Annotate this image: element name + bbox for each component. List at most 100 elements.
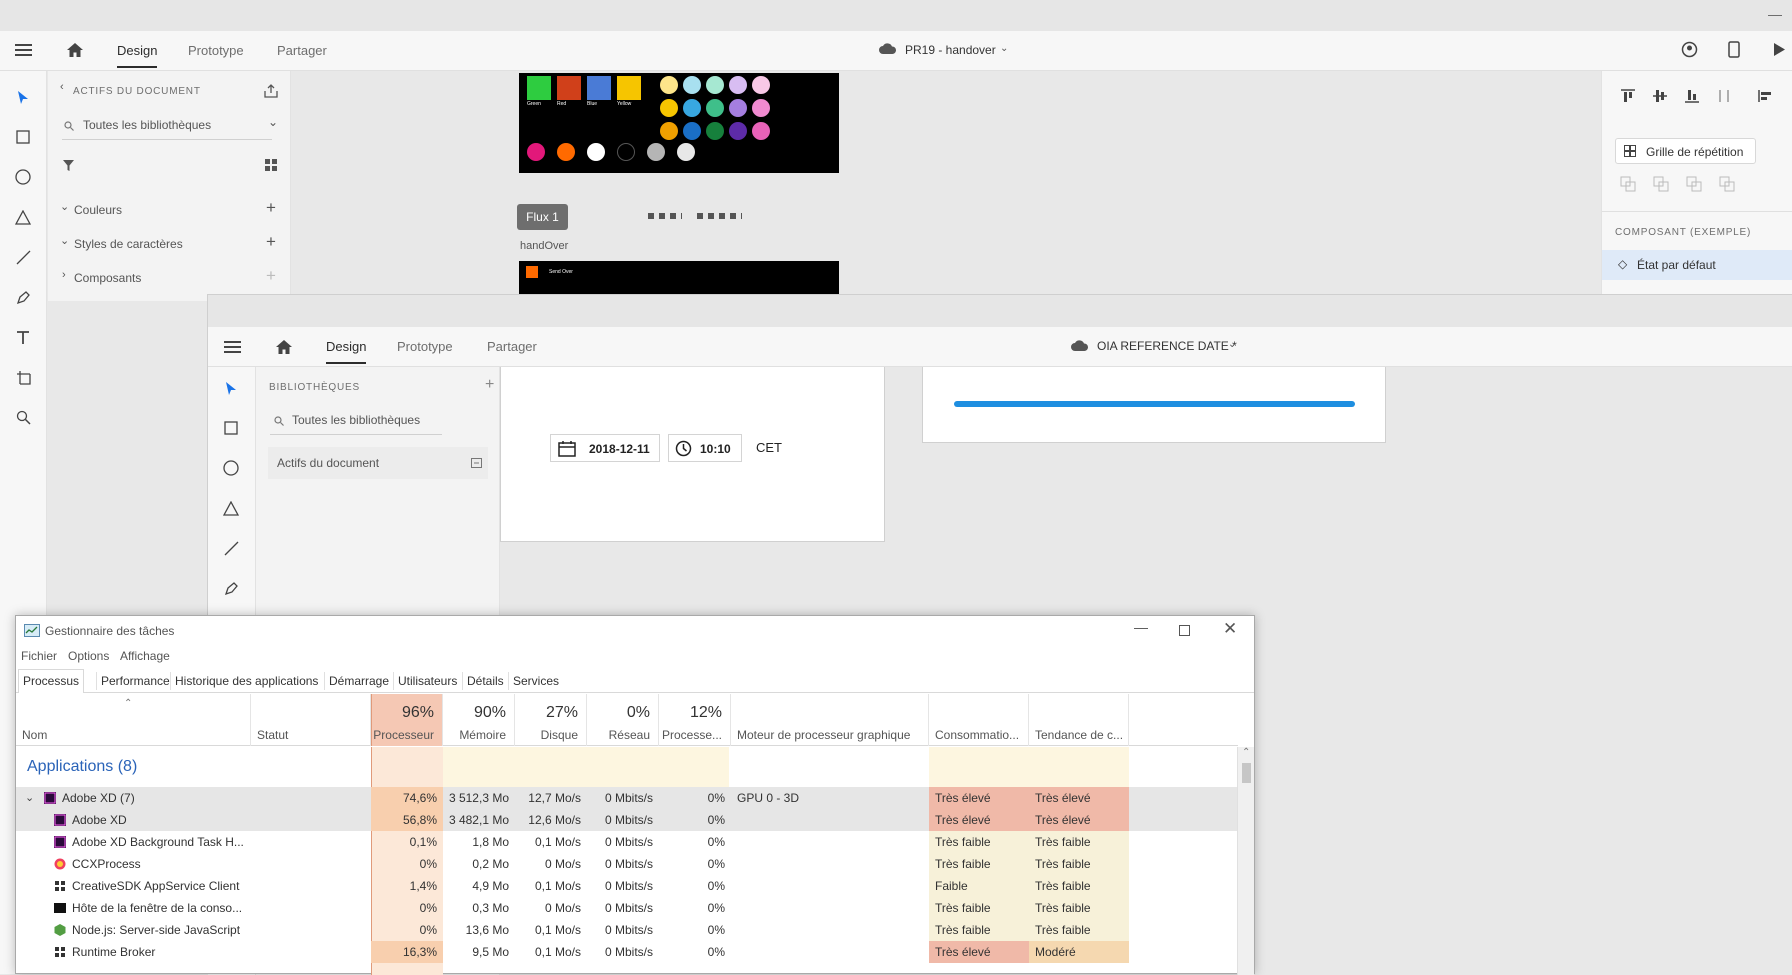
filter-icon[interactable] (62, 159, 75, 172)
document-title[interactable]: OIA REFERENCE DATE * (1097, 339, 1237, 353)
pen-tool-icon[interactable] (220, 577, 242, 599)
tab-processes[interactable]: Processus (18, 669, 85, 693)
column-status[interactable]: Statut (251, 694, 371, 746)
chevron-down-icon[interactable]: ⌄ (60, 234, 69, 247)
column-network[interactable]: 0% Réseau (587, 694, 659, 746)
chevron-down-icon[interactable]: ⌄ (1228, 339, 1236, 350)
ellipse-tool-icon[interactable] (220, 457, 242, 479)
section-colors[interactable]: Couleurs (74, 203, 122, 217)
maximize-button[interactable] (1179, 625, 1190, 636)
table-row[interactable]: Hôte de la fenêtre de la conso... 0% 0,3 M… (16, 897, 1238, 919)
table-row[interactable]: ⌄ Adobe XD (7) 74,6% 3 512,3 Mo 12,7 Mo/s 0 M… (16, 787, 1238, 809)
flow-label[interactable]: Flux 1 (517, 204, 568, 230)
tab-design[interactable]: Design (326, 339, 367, 364)
tab-share[interactable]: Partager (277, 43, 327, 58)
rectangle-tool-icon[interactable] (220, 417, 242, 439)
column-power[interactable]: Consommatio... (929, 694, 1029, 746)
align-bottom-icon[interactable] (1684, 89, 1700, 103)
back-chevron-icon[interactable]: ‹ (60, 81, 64, 93)
tab-share[interactable]: Partager (487, 339, 537, 354)
column-power-trend[interactable]: Tendance de c... (1029, 694, 1129, 746)
grid-view-icon[interactable] (265, 159, 277, 171)
artboard-name[interactable]: handOver (520, 240, 568, 252)
chevron-right-icon[interactable]: › (62, 269, 66, 281)
boolean-intersect-icon[interactable] (1686, 176, 1702, 192)
chevron-down-icon[interactable]: ⌄ (1000, 43, 1008, 54)
play-icon[interactable] (1773, 42, 1786, 57)
section-character-styles[interactable]: Styles de caractères (74, 237, 183, 251)
table-row[interactable]: Node.js: Server-side JavaScript 0% 13,6 Mo… (16, 919, 1238, 941)
line-tool-icon[interactable] (12, 246, 34, 268)
artboard-tool-icon[interactable] (12, 366, 34, 388)
table-row[interactable]: CreativeSDK AppService Client 1,4% 4,9 Mo 0… (16, 875, 1238, 897)
add-library-icon[interactable]: + (485, 376, 494, 394)
library-filter-input[interactable]: Toutes les bibliothèques (292, 413, 420, 427)
artboard-progress[interactable] (922, 367, 1386, 443)
column-gpu[interactable]: 12% Processe... (659, 694, 731, 746)
chevron-down-icon[interactable]: ⌄ (60, 200, 69, 213)
group-header[interactable]: Applications (8) (16, 747, 1238, 787)
table-row[interactable]: Runtime Broker 16,3% 9,5 Mo 0,1 Mo/s 0 Mbits… (16, 941, 1238, 963)
scroll-up-icon[interactable]: ⌃ (1242, 747, 1250, 758)
boolean-exclude-icon[interactable] (1719, 176, 1735, 192)
home-icon[interactable] (275, 339, 293, 355)
boolean-subtract-icon[interactable] (1653, 176, 1669, 192)
tab-design[interactable]: Design (117, 43, 158, 68)
select-tool-icon[interactable] (220, 377, 242, 399)
time-input[interactable]: 10:10 (668, 434, 742, 462)
xd-back-canvas[interactable]: Green Red Blue Yellow Flux 1 handOver Se… (291, 71, 1601, 301)
artboard-colors[interactable]: Green Red Blue Yellow (519, 73, 839, 173)
table-row[interactable]: CCXProcess 0% 0,2 Mo 0 Mo/s 0 Mbits/s 0% Très … (16, 853, 1238, 875)
artboard-date-picker[interactable]: 2018-12-11 10:10 CET (500, 367, 885, 542)
repeat-grid-button[interactable]: Grille de répétition (1615, 138, 1756, 164)
column-gpu-engine[interactable]: Moteur de processeur graphique (731, 694, 929, 746)
align-middle-icon[interactable] (1652, 89, 1668, 103)
tab-services[interactable]: Services (508, 672, 563, 690)
minimize-button[interactable]: — (1134, 619, 1148, 635)
table-row[interactable]: Adobe XD Background Task H... 0,1% 1,8 Mo 0… (16, 831, 1238, 853)
polygon-tool-icon[interactable] (220, 497, 242, 519)
scrollbar-thumb[interactable] (1242, 763, 1251, 783)
column-name[interactable]: ⌃ Nom (16, 694, 251, 746)
document-assets-item[interactable]: Actifs du document (268, 447, 488, 479)
boolean-add-icon[interactable] (1620, 176, 1636, 192)
tab-prototype[interactable]: Prototype (188, 43, 244, 58)
device-preview-icon[interactable] (1728, 41, 1740, 58)
column-disk[interactable]: 27% Disque (515, 694, 587, 746)
date-input[interactable]: 2018-12-11 (550, 434, 660, 462)
add-component-icon[interactable]: + (266, 266, 276, 286)
tab-users[interactable]: Utilisateurs (393, 672, 461, 690)
menu-file[interactable]: Fichier (21, 649, 57, 663)
pen-tool-icon[interactable] (12, 286, 34, 308)
tab-startup[interactable]: Démarrage (324, 672, 393, 690)
column-memory[interactable]: 90% Mémoire (443, 694, 515, 746)
distribute-icon[interactable] (1716, 89, 1732, 103)
add-color-icon[interactable]: + (266, 198, 276, 218)
tab-details[interactable]: Détails (462, 672, 508, 690)
hamburger-menu-icon[interactable] (224, 340, 241, 354)
ellipse-tool-icon[interactable] (12, 166, 34, 188)
vertical-scrollbar[interactable]: ⌃ (1237, 747, 1254, 975)
hamburger-menu-icon[interactable] (15, 43, 32, 57)
close-button[interactable]: ✕ (1223, 619, 1237, 639)
column-cpu[interactable]: 96% Processeur (371, 694, 443, 746)
section-components[interactable]: Composants (74, 271, 141, 285)
document-title[interactable]: PR19 - handover (905, 43, 996, 57)
default-state-row[interactable]: ◇ État par défaut (1602, 250, 1792, 280)
expand-chevron-icon[interactable]: ⌄ (25, 787, 34, 809)
home-icon[interactable] (66, 42, 84, 58)
add-style-icon[interactable]: + (266, 232, 276, 252)
align-left-icon[interactable] (1758, 89, 1774, 103)
rectangle-tool-icon[interactable] (12, 126, 34, 148)
polygon-tool-icon[interactable] (12, 206, 34, 228)
tab-prototype[interactable]: Prototype (397, 339, 453, 354)
align-top-icon[interactable] (1620, 89, 1636, 103)
tab-performance[interactable]: Performance (96, 672, 174, 690)
select-tool-icon[interactable] (12, 86, 34, 108)
chevron-down-icon[interactable]: ⌄ (268, 115, 278, 129)
share-user-icon[interactable] (1681, 41, 1698, 58)
menu-view[interactable]: Affichage (120, 649, 170, 663)
export-icon[interactable] (264, 84, 278, 98)
menu-options[interactable]: Options (68, 649, 109, 663)
text-tool-icon[interactable] (12, 326, 34, 348)
